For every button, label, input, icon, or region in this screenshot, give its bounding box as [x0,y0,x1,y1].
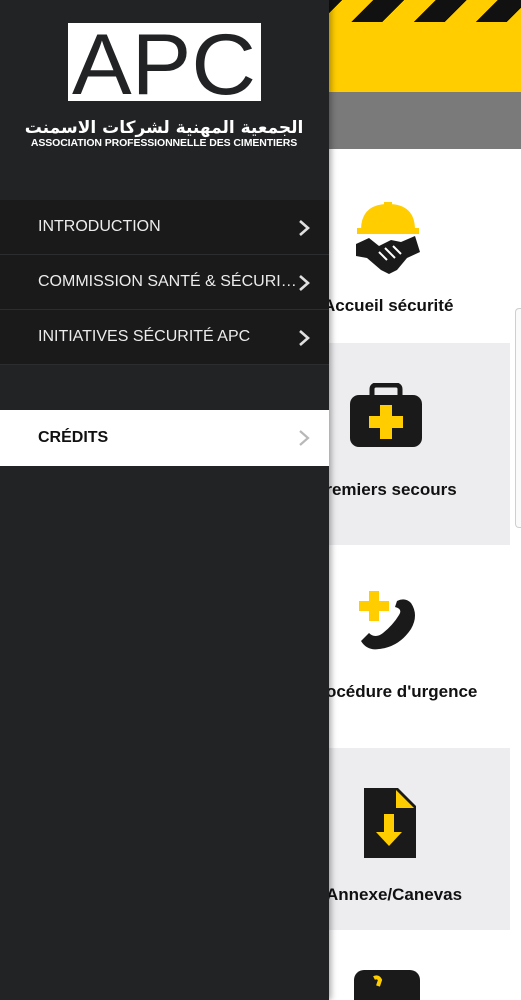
menu-item-credits[interactable]: CRÉDITS [0,410,329,466]
chevron-right-icon [299,275,310,291]
tile-label: Annexe/Canevas [326,885,463,904]
phone-icon [354,970,420,1000]
chevron-right-icon [299,330,310,346]
tile-accueil-securite[interactable]: Accueil sécurité [320,150,510,343]
tile-label: Accueil sécurité [323,296,454,315]
first-aid-kit-icon [350,383,422,447]
emergency-phone-icon [359,591,415,650]
tile-procedure-urgence[interactable]: Procédure d'urgence [308,545,510,748]
tile-partial[interactable] [320,930,510,1000]
drawer-header: APC الجمعية المهنية لشركات الاسمنت ASSOC… [0,0,329,200]
tile-label: Procédure d'urgence [308,682,478,701]
logo-french-name: ASSOCIATION PROFESSIONNELLE DES CIMENTIE… [30,137,298,149]
svg-text:APC: APC [72,23,256,101]
document-download-icon [364,788,416,858]
tile-label: Premiers secours [314,480,457,499]
menu-spacer [0,365,329,410]
menu-item-label: INITIATIVES SÉCURITÉ APC [38,328,251,345]
logo-arabic-name: الجمعية المهنية لشركات الاسمنت [24,118,304,138]
navigation-drawer: APC الجمعية المهنية لشركات الاسمنت ASSOC… [0,0,329,1000]
menu-item-label: COMMISSION SANTÉ & SÉCURI… [38,273,297,290]
menu-item-introduction[interactable]: INTRODUCTION [0,200,329,255]
tile-annexe-canevas[interactable]: Annexe/Canevas [320,748,510,930]
menu-item-commission-sante-securite[interactable]: COMMISSION SANTÉ & SÉCURI… [0,255,329,310]
handshake-helmet-icon [356,202,420,274]
menu-item-label: CRÉDITS [38,429,109,446]
chevron-right-icon [299,430,310,446]
drawer-menu: INTRODUCTION COMMISSION SANTÉ & SÉCURI… … [0,200,329,466]
apc-logo: APC [68,23,261,101]
menu-item-initiatives-securite[interactable]: INITIATIVES SÉCURITÉ APC [0,310,329,365]
scrollbar[interactable] [515,308,521,528]
chevron-right-icon [299,220,310,236]
tile-premiers-secours[interactable]: Premiers secours [314,343,510,545]
menu-item-label: INTRODUCTION [38,218,161,235]
